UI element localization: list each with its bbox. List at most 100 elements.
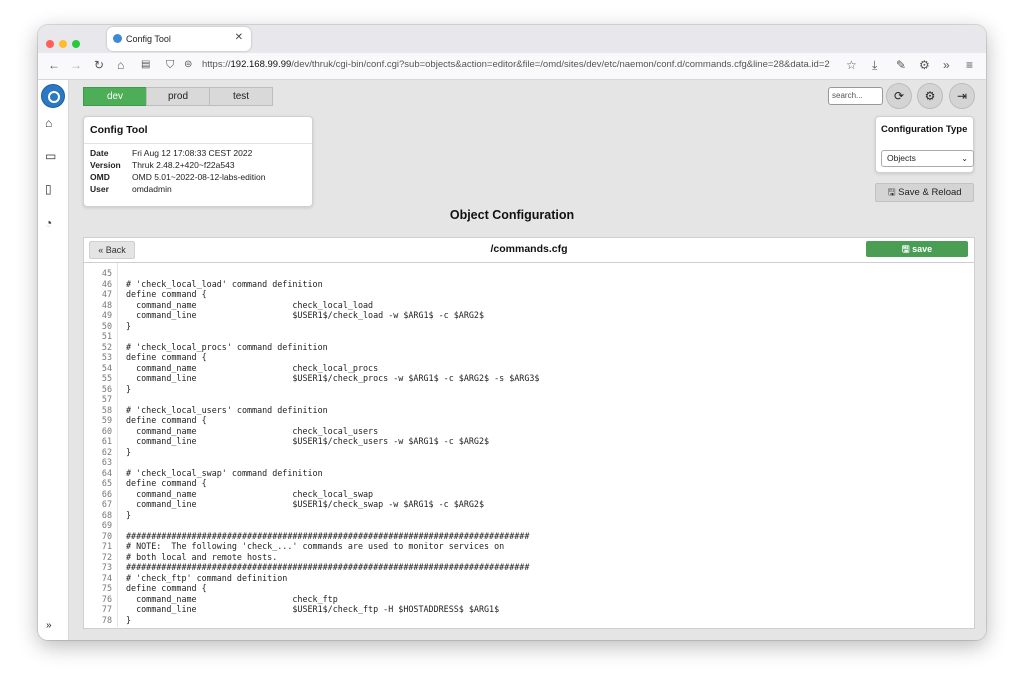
maximize-window-button[interactable] xyxy=(72,40,80,48)
line-text: } xyxy=(126,383,132,394)
file-name: /commands.cfg xyxy=(490,243,568,255)
code-area[interactable]: 45 46 # 'check_local_load' command definit… xyxy=(84,263,974,627)
line-text: command_line $USER1$/check_swap -w $ARG1… xyxy=(126,499,484,509)
line-number: 64 xyxy=(101,467,112,478)
url-bar[interactable]: https://192.168.99.99/dev/thruk/cgi-bin/… xyxy=(202,59,838,70)
reload-icon[interactable]: ↻ xyxy=(94,58,104,72)
line-number: 78 xyxy=(101,614,112,625)
logo-icon[interactable] xyxy=(41,84,65,108)
tab-title: Config Tool xyxy=(126,34,171,44)
lock-icon[interactable]: ⊜ xyxy=(184,58,192,72)
app-area: ⌂ ▭ ▯ ◔ » dev prod test search... ⟳ ⚙ ⇥ Co… xyxy=(38,80,986,640)
bookmark-icon[interactable]: ☆ xyxy=(846,58,857,72)
home-icon[interactable]: ⌂ xyxy=(45,116,52,130)
line-number: 49 xyxy=(101,310,112,320)
info-row: OMD OMD 5.01~2022-08-12-labs-edition xyxy=(84,171,265,183)
line-number: 50 xyxy=(101,320,112,331)
line-text: command_line $USER1$/check_procs -w $ARG… xyxy=(126,373,540,383)
line-text: } xyxy=(126,509,132,520)
config-type-title: Configuration Type xyxy=(881,124,968,135)
line-number: 66 xyxy=(101,488,112,499)
line-number: 67 xyxy=(101,499,112,509)
close-window-button[interactable] xyxy=(46,40,54,48)
line-text: command_line $USER1$/check_ftp -H $HOSTA… xyxy=(126,604,500,614)
line-number: 60 xyxy=(101,425,112,436)
line-number: 65 xyxy=(101,478,112,488)
url-prefix: https:// xyxy=(202,59,231,70)
line-text: ########################################… xyxy=(126,530,530,541)
refresh-button[interactable]: ⟳ xyxy=(886,83,912,109)
browser-window: Config Tool ✕ ← → ↻ ⌂ ▤ ⛉ ⊜ https://192.… xyxy=(38,25,986,640)
save-button[interactable]: 🖫 save xyxy=(866,241,968,257)
back-icon[interactable]: ← xyxy=(48,58,60,72)
tab-dev[interactable]: dev xyxy=(83,87,147,106)
line-number: 51 xyxy=(101,331,112,341)
gear-icon[interactable]: ⚙ xyxy=(919,58,930,72)
line-text: # 'check_local_users' command definition xyxy=(126,404,328,415)
logout-icon: ⇥ xyxy=(956,89,968,103)
line-text: define command { xyxy=(126,478,207,488)
line-number: 58 xyxy=(101,404,112,415)
environment-tabs: dev prod test xyxy=(83,87,273,106)
config-tool-info: Date Fri Aug 12 17:08:33 CEST 2022 Versio… xyxy=(84,147,265,195)
line-number: 71 xyxy=(101,541,112,551)
config-type-value: Objects xyxy=(887,153,916,163)
search-input[interactable]: search... xyxy=(828,87,883,105)
save-label: save xyxy=(912,244,933,254)
shield-icon[interactable]: ⛉ xyxy=(166,58,174,72)
config-type-card: Configuration Type Objects ⌄ xyxy=(875,116,974,173)
line-text: # 'check_local_swap' command definition xyxy=(126,467,323,478)
editor-header: « Back /commands.cfg 🖫 save xyxy=(84,238,974,263)
info-value: Thruk 2.48.2+420~f22a543 xyxy=(132,160,235,170)
line-number: 72 xyxy=(101,551,112,562)
line-number: 76 xyxy=(101,593,112,604)
config-tool-title: Config Tool xyxy=(84,117,312,144)
line-number: 75 xyxy=(101,583,112,593)
refresh-icon: ⟳ xyxy=(893,89,905,103)
download-icon[interactable]: ⤓ xyxy=(872,58,877,72)
info-key: Version xyxy=(90,160,121,170)
save-reload-button[interactable]: 🖫 Save & Reload xyxy=(875,183,974,202)
home-icon[interactable]: ⌂ xyxy=(117,58,124,72)
line-text: # 'check_ftp' command definition xyxy=(126,572,288,583)
line-text: command_name check_local_swap xyxy=(126,488,374,499)
line-number: 69 xyxy=(101,520,112,530)
settings-button[interactable]: ⚙ xyxy=(917,83,943,109)
expand-sidebar-icon[interactable]: » xyxy=(46,620,52,631)
info-row: User omdadmin xyxy=(84,183,265,195)
forward-icon[interactable]: → xyxy=(70,58,82,72)
url-rest: /dev/thruk/cgi-bin/conf.cgi?sub=objects&… xyxy=(291,59,830,70)
tab-bar: Config Tool ✕ xyxy=(38,25,986,53)
line-text: command_name check_local_procs xyxy=(126,362,379,373)
line-text: } xyxy=(126,320,132,331)
overflow-icon[interactable]: » xyxy=(943,58,950,72)
monitor-icon[interactable]: ▭ xyxy=(45,149,56,163)
line-text: } xyxy=(126,614,132,625)
line-text: command_line $USER1$/check_load -w $ARG1… xyxy=(126,310,484,320)
config-tool-card: Config Tool Date Fri Aug 12 17:08:33 CEST… xyxy=(83,116,313,207)
menu-icon[interactable]: ≡ xyxy=(966,58,973,72)
line-text: define command { xyxy=(126,415,207,425)
line-gutter xyxy=(117,263,118,627)
line-text: # 'check_local_load' command definition xyxy=(126,278,323,289)
line-number: 74 xyxy=(101,572,112,583)
logout-button[interactable]: ⇥ xyxy=(949,83,975,109)
save-icon: 🖫 xyxy=(887,187,899,198)
info-value: OMD 5.01~2022-08-12-labs-edition xyxy=(132,172,266,182)
tracking-icon[interactable]: ▤ xyxy=(141,58,150,72)
tab-test[interactable]: test xyxy=(209,87,273,106)
tab-prod[interactable]: prod xyxy=(146,87,210,106)
minimize-window-button[interactable] xyxy=(59,40,67,48)
wrench-icon[interactable]: ✎ xyxy=(896,58,906,72)
book-icon[interactable]: ▯ xyxy=(45,182,52,196)
navigation-bar: ← → ↻ ⌂ ▤ ⛉ ⊜ https://192.168.99.99/dev/… xyxy=(38,53,986,80)
line-number: 53 xyxy=(101,352,112,362)
page-title: Object Configuration xyxy=(449,208,575,222)
close-tab-icon[interactable]: ✕ xyxy=(235,32,243,43)
browser-tab[interactable]: Config Tool ✕ xyxy=(107,27,251,51)
config-type-select[interactable]: Objects ⌄ xyxy=(881,150,974,167)
save-icon: 🖫 xyxy=(901,244,913,254)
sidebar: ⌂ ▭ ▯ ◔ » xyxy=(38,80,69,640)
line-number: 46 xyxy=(101,278,112,289)
line-number: 59 xyxy=(101,415,112,425)
